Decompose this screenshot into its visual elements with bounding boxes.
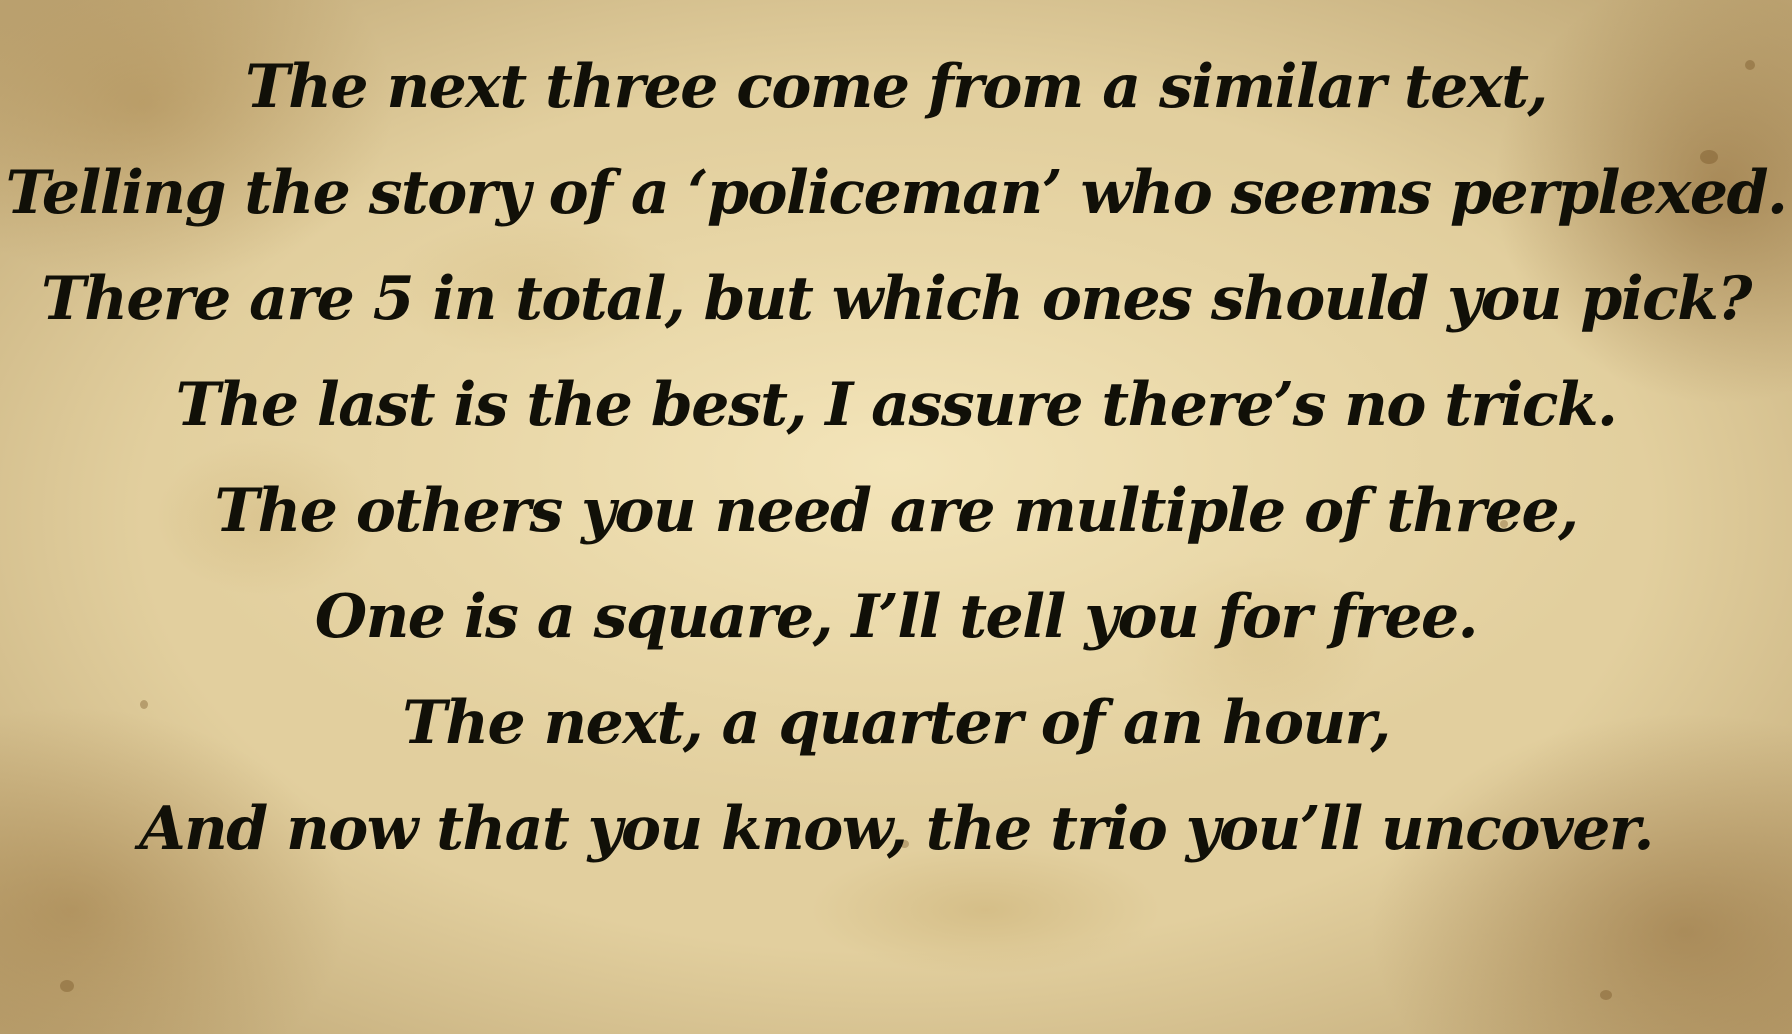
poem-line-8: And now that you know, the trio you’ll u… (139, 794, 1654, 864)
poem-line-7: The next, a quarter of an hour, (402, 688, 1391, 758)
poem-line-6: One is a square, I’ll tell you for free. (314, 582, 1479, 652)
poem: The next three come from a similar text,… (0, 34, 1792, 882)
poem-line-3: There are 5 in total, but which ones sho… (41, 264, 1752, 334)
parchment-stain (60, 980, 74, 992)
poem-line-1: The next three come from a similar text, (245, 52, 1548, 122)
poem-line-4: The last is the best, I assure there’s n… (175, 370, 1618, 440)
poem-line-2: Telling the story of a ‘policeman’ who s… (5, 158, 1788, 228)
poem-line-5: The others you need are multiple of thre… (214, 476, 1579, 546)
parchment-stain (1600, 990, 1612, 1000)
